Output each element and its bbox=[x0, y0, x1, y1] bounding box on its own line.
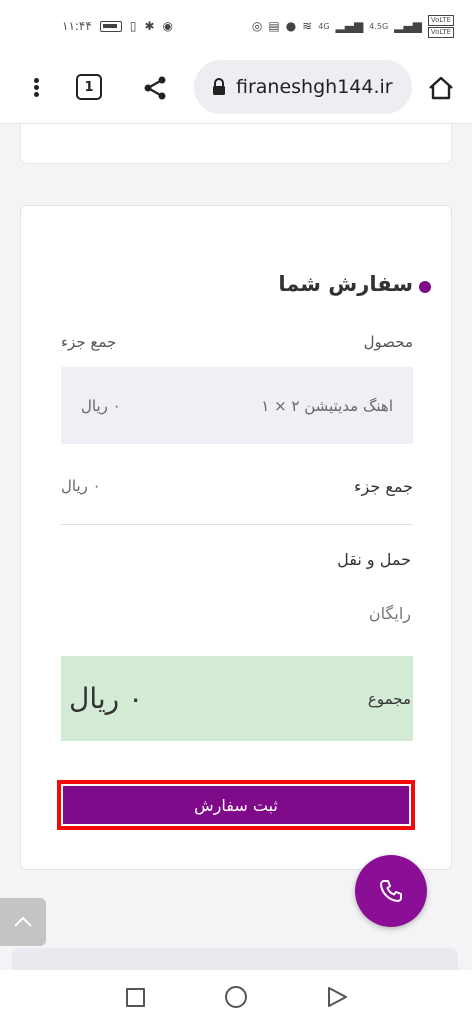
home-icon[interactable] bbox=[426, 74, 456, 102]
volte-badge-1: VoLTE bbox=[427, 14, 454, 26]
home-circle-icon[interactable] bbox=[225, 986, 247, 1008]
column-header-product: محصول bbox=[363, 333, 413, 351]
signal-icon: ▂▄▆ bbox=[335, 19, 364, 33]
signal-icon-2: ▂▄▆ bbox=[394, 19, 422, 33]
message-icon: ▤ bbox=[268, 19, 280, 33]
url-bar[interactable]: firaneshgh144.ir bbox=[194, 60, 412, 114]
call-button[interactable] bbox=[355, 855, 427, 927]
wifi-icon: ≋ bbox=[302, 19, 313, 33]
subtotal-label: جمع جزء bbox=[354, 476, 413, 496]
subtotal-row: جمع جزء ۰ ریال bbox=[61, 471, 413, 501]
item-name: اهنگ مدیتیشن ۲ × ۱ bbox=[261, 396, 393, 415]
volte-badge-2: VoLTE bbox=[427, 26, 454, 38]
back-icon[interactable] bbox=[326, 986, 348, 1008]
phone-icon bbox=[380, 880, 402, 902]
previous-card bbox=[20, 124, 452, 164]
recent-apps-icon[interactable] bbox=[126, 988, 145, 1007]
item-price: ۰ ریال bbox=[81, 396, 121, 415]
order-title-row: سفارش شما bbox=[278, 272, 431, 296]
bluetooth-icon: ✱ bbox=[144, 19, 155, 33]
browser-toolbar: 1 firaneshgh144.ir bbox=[0, 52, 472, 124]
chevron-up-icon bbox=[14, 916, 32, 927]
shipping-label: حمل و نقل bbox=[337, 550, 411, 569]
vibrate-icon: ▯ bbox=[129, 19, 137, 33]
subtotal-value: ۰ ریال bbox=[61, 477, 101, 495]
total-label: مجموع bbox=[367, 689, 411, 708]
table-row: اهنگ مدیتیشن ۲ × ۱ ۰ ریال bbox=[61, 367, 413, 444]
title-bullet bbox=[419, 281, 431, 293]
share-icon[interactable] bbox=[140, 74, 170, 102]
system-nav-bar bbox=[0, 970, 472, 1024]
shipping-value: رایگان bbox=[368, 604, 411, 623]
app-icon: ● bbox=[285, 19, 297, 33]
clock: ۱۱:۴۴ bbox=[62, 19, 92, 33]
column-header-subtotal: جمع جزء bbox=[61, 333, 117, 351]
eye-icon: ◉ bbox=[162, 19, 173, 33]
lock-icon bbox=[213, 78, 225, 95]
order-summary-card: سفارش شما محصول جمع جزء اهنگ مدیتیشن ۲ ×… bbox=[20, 205, 452, 870]
battery-icon bbox=[99, 20, 122, 32]
table-header: محصول جمع جزء bbox=[61, 328, 413, 356]
network-label-b: 4.5G bbox=[369, 21, 389, 31]
whatsapp-icon: ◎ bbox=[251, 19, 263, 33]
tabs-icon[interactable]: 1 bbox=[76, 74, 102, 100]
total-value: ۰ ریال bbox=[69, 682, 144, 715]
order-title: سفارش شما bbox=[278, 272, 413, 296]
divider bbox=[61, 524, 413, 525]
menu-icon[interactable] bbox=[24, 72, 48, 102]
url-text: firaneshgh144.ir bbox=[236, 76, 393, 98]
tab-count: 1 bbox=[84, 79, 94, 95]
status-bar: ۱۱:۴۴ ▯ ✱ ◉ ◎ ▤ ● ≋ 4G ▂▄▆ 4.5G ▂▄▆ VoLT… bbox=[0, 0, 472, 52]
total-row: مجموع ۰ ریال bbox=[61, 656, 413, 741]
network-label-a: 4G bbox=[318, 21, 330, 31]
submit-highlight: ثبت سفارش bbox=[57, 780, 415, 830]
place-order-button[interactable]: ثبت سفارش bbox=[61, 784, 411, 826]
scroll-top-button[interactable] bbox=[0, 898, 46, 946]
